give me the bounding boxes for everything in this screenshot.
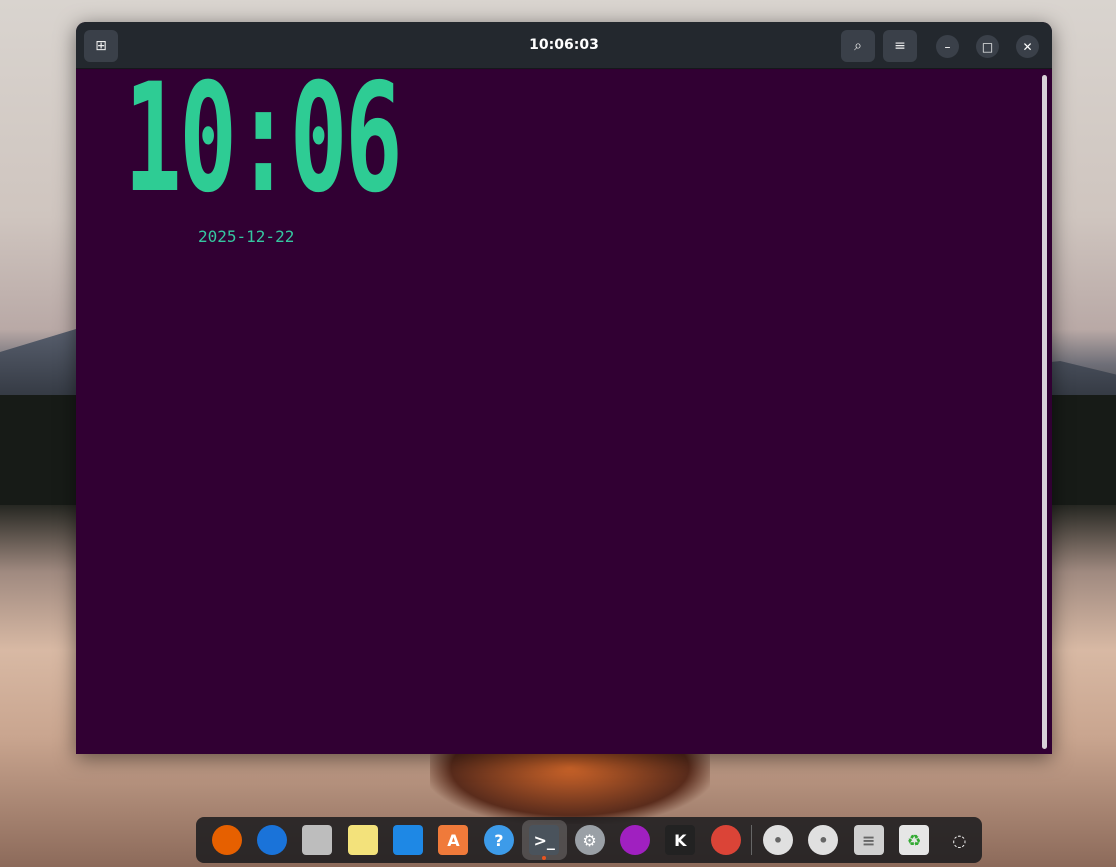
terminal-content[interactable]: 10:06 2025-12-22	[76, 64, 1052, 754]
flame-icon	[619, 825, 650, 855]
help-icon: ?	[483, 825, 514, 855]
big-clock: 10:06	[124, 52, 403, 226]
dock: A? >_ ⚙ K • • ≡ ♻ ◌	[196, 817, 982, 863]
dock-item-thunderbird[interactable]	[249, 820, 294, 860]
files-icon	[302, 825, 333, 855]
dock-item-files[interactable]	[295, 820, 340, 860]
disc-2-icon: •	[808, 825, 839, 855]
terminal-window: ⊞ 10:06:03 ⌕ ≡ – □ ✕ 10:06 2025-12-22	[76, 22, 1052, 754]
menu-icon: ≡	[894, 38, 906, 54]
app-center-icon: A	[438, 825, 469, 855]
minimize-button[interactable]: –	[936, 35, 959, 58]
maximize-button[interactable]: □	[976, 35, 999, 58]
settings-icon: ⚙	[574, 825, 605, 855]
running-indicator	[542, 856, 547, 860]
wallpaper-reflection	[430, 754, 710, 824]
dock-item-libreoffice-writer[interactable]	[385, 820, 430, 860]
scrollbar[interactable]	[1042, 75, 1047, 749]
search-icon: ⌕	[854, 38, 862, 54]
rhythmbox-icon	[347, 825, 378, 855]
dock-item-floppy[interactable]: ≡	[846, 820, 891, 860]
floppy-icon: ≡	[853, 825, 884, 855]
dock-item-kolourpaint[interactable]: K	[658, 820, 703, 860]
terminal-icon: >_	[529, 825, 560, 855]
dock-item-disc-2[interactable]: •	[801, 820, 846, 860]
dock-item-rhythmbox[interactable]	[340, 820, 385, 860]
disc-1-icon: •	[762, 825, 793, 855]
dock-separator	[751, 825, 753, 855]
show-apps-icon: ◌	[952, 830, 967, 850]
dock-item-help[interactable]: ?	[476, 820, 521, 860]
dock-item-settings[interactable]: ⚙	[567, 820, 612, 860]
search-button[interactable]: ⌕	[841, 30, 875, 62]
dock-item-disc-1[interactable]: •	[755, 820, 800, 860]
close-button[interactable]: ✕	[1016, 35, 1039, 58]
chrome-icon	[710, 825, 741, 855]
dock-item-chrome[interactable]	[703, 820, 748, 860]
dock-item-show-apps[interactable]: ◌	[937, 820, 982, 860]
dock-item-trash[interactable]: ♻	[891, 820, 936, 860]
dock-item-firefox[interactable]	[204, 820, 249, 860]
dock-item-flame[interactable]	[612, 820, 657, 860]
dock-item-app-center[interactable]: A	[431, 820, 476, 860]
thunderbird-icon	[257, 825, 288, 855]
clock-date: 2025-12-22	[198, 227, 295, 246]
trash-icon: ♻	[899, 825, 930, 855]
dock-item-terminal[interactable]: >_	[521, 820, 567, 860]
menu-button[interactable]: ≡	[883, 30, 917, 62]
firefox-icon	[211, 825, 242, 855]
libreoffice-writer-icon	[393, 825, 424, 855]
kolourpaint-icon: K	[665, 825, 696, 855]
